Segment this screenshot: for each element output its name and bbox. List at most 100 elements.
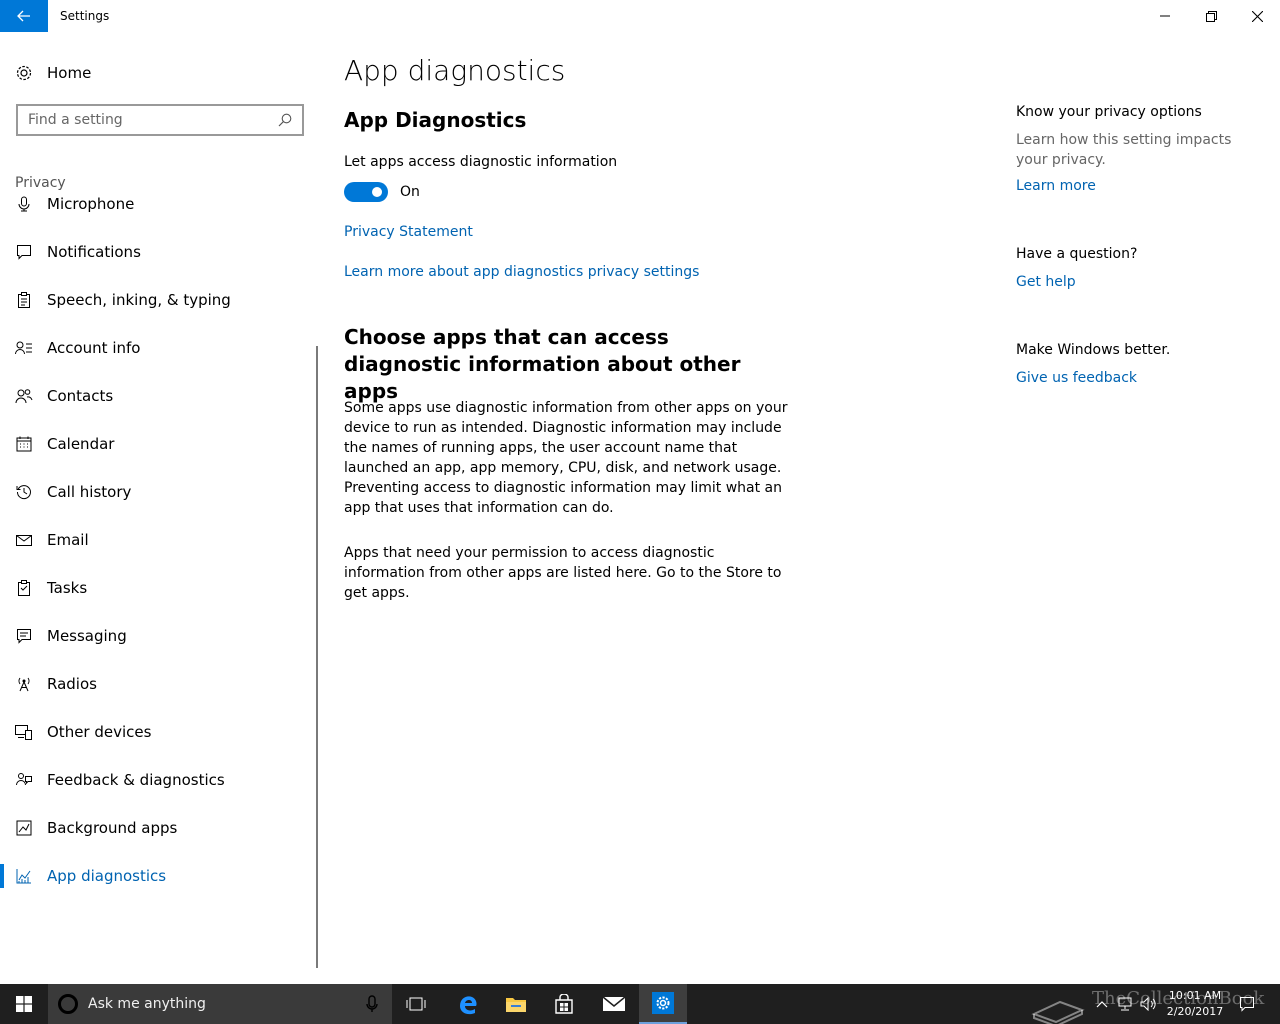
sidebar-item-label: Tasks bbox=[47, 579, 88, 597]
action-center-button[interactable] bbox=[1236, 984, 1258, 1024]
edge-icon bbox=[460, 996, 477, 1015]
messaging-icon bbox=[15, 627, 33, 645]
store-icon bbox=[555, 994, 573, 1014]
sidebar-item-feedback-diagnostics[interactable]: Feedback & diagnostics bbox=[0, 756, 312, 804]
mail-icon bbox=[602, 996, 626, 1011]
privacy-statement-link[interactable]: Privacy Statement bbox=[344, 224, 473, 240]
app-diagnostics-icon bbox=[15, 867, 33, 885]
sidebar-item-label: App diagnostics bbox=[47, 867, 167, 885]
contacts-icon bbox=[15, 387, 33, 405]
cortana-icon bbox=[58, 994, 78, 1014]
sidebar-item-label: Call history bbox=[47, 483, 132, 501]
sidebar-item-label: Email bbox=[47, 531, 89, 549]
notification-icon bbox=[15, 243, 33, 261]
back-button[interactable] bbox=[0, 0, 48, 32]
account-info-icon bbox=[15, 339, 33, 357]
sidebar-item-label: Speech, inking, & typing bbox=[47, 291, 231, 309]
cortana-search-input[interactable] bbox=[88, 994, 348, 1014]
sidebar-item-calendar[interactable]: Calendar bbox=[0, 420, 312, 468]
restore-button[interactable] bbox=[1188, 0, 1234, 32]
sidebar-item-tasks[interactable]: Tasks bbox=[0, 564, 312, 612]
sidebar-item-notifications[interactable]: Notifications bbox=[0, 228, 312, 276]
mail-button[interactable] bbox=[590, 984, 638, 1024]
back-arrow-icon bbox=[17, 10, 30, 22]
toggle-state-label: On bbox=[400, 184, 420, 200]
get-help-link[interactable]: Get help bbox=[1016, 274, 1076, 290]
task-view-button[interactable] bbox=[392, 984, 440, 1024]
diagnostics-toggle[interactable] bbox=[344, 182, 388, 202]
taskbar: TheCollectionBook 10:01 AM 2/20/2017 bbox=[0, 984, 1280, 1024]
edge-button[interactable] bbox=[444, 984, 492, 1024]
sidebar: Home Privacy Microphone Notifications Sp… bbox=[0, 32, 320, 984]
section-title: App Diagnostics bbox=[344, 108, 527, 132]
watermark-book-logo bbox=[1031, 1000, 1085, 1024]
home-nav-item[interactable]: Home bbox=[15, 62, 91, 84]
sidebar-item-email[interactable]: Email bbox=[0, 516, 312, 564]
sidebar-item-speech[interactable]: Speech, inking, & typing bbox=[0, 276, 312, 324]
minimize-button[interactable] bbox=[1142, 0, 1188, 32]
toggle-knob bbox=[372, 187, 382, 197]
title-bar: Settings bbox=[0, 0, 1280, 32]
learn-more-diagnostics-link[interactable]: Learn more about app diagnostics privacy… bbox=[344, 264, 699, 280]
sidebar-item-label: Background apps bbox=[47, 819, 178, 837]
gear-icon bbox=[16, 65, 32, 81]
sidebar-scrollbar[interactable] bbox=[316, 346, 318, 968]
microphone-icon bbox=[15, 195, 33, 213]
restore-icon bbox=[1205, 10, 1217, 22]
feedback-icon bbox=[15, 771, 33, 789]
chevron-up-icon bbox=[1096, 1001, 1108, 1008]
clock-date: 2/20/2017 bbox=[1166, 1005, 1224, 1018]
sidebar-item-messaging[interactable]: Messaging bbox=[0, 612, 312, 660]
volume-button[interactable] bbox=[1138, 984, 1160, 1024]
sidebar-item-label: Microphone bbox=[47, 195, 135, 213]
privacy-options-heading: Know your privacy options bbox=[1016, 104, 1202, 120]
sidebar-item-radios[interactable]: Radios bbox=[0, 660, 312, 708]
give-feedback-link[interactable]: Give us feedback bbox=[1016, 370, 1137, 386]
volume-icon bbox=[1140, 997, 1156, 1011]
windows-logo-icon bbox=[16, 996, 32, 1012]
taskbar-clock[interactable]: 10:01 AM 2/20/2017 bbox=[1160, 988, 1230, 1020]
learn-more-link[interactable]: Learn more bbox=[1016, 178, 1096, 194]
sidebar-item-app-diagnostics[interactable]: App diagnostics bbox=[0, 852, 312, 900]
sidebar-item-background-apps[interactable]: Background apps bbox=[0, 804, 312, 852]
close-icon bbox=[1251, 10, 1263, 22]
question-heading: Have a question? bbox=[1016, 246, 1138, 262]
permission-paragraph: Apps that need your permission to access… bbox=[344, 545, 782, 601]
minimize-icon bbox=[1160, 15, 1170, 17]
email-icon bbox=[15, 531, 33, 549]
close-button[interactable] bbox=[1234, 0, 1280, 32]
home-label: Home bbox=[47, 64, 92, 82]
toggle-label: Let apps access diagnostic information bbox=[344, 154, 618, 170]
microphone-icon[interactable] bbox=[362, 994, 382, 1014]
sidebar-item-contacts[interactable]: Contacts bbox=[0, 372, 312, 420]
sidebar-item-label: Account info bbox=[47, 339, 141, 357]
cortana-search-box[interactable] bbox=[48, 984, 392, 1024]
task-view-icon bbox=[406, 997, 426, 1011]
sidebar-item-other-devices[interactable]: Other devices bbox=[0, 708, 312, 756]
settings-search-input[interactable] bbox=[28, 112, 278, 128]
folder-icon bbox=[506, 998, 526, 1012]
sidebar-item-account-info[interactable]: Account info bbox=[0, 324, 312, 372]
settings-gear-icon bbox=[652, 992, 674, 1014]
choose-apps-heading: Choose apps that can access diagnostic i… bbox=[344, 325, 741, 403]
window-title: Settings bbox=[60, 9, 110, 23]
speech-icon bbox=[15, 291, 33, 309]
page-title: App diagnostics bbox=[344, 54, 566, 87]
sidebar-item-microphone[interactable]: Microphone bbox=[0, 180, 312, 228]
sidebar-item-label: Other devices bbox=[47, 723, 152, 741]
sidebar-item-label: Contacts bbox=[47, 387, 114, 405]
settings-search-box[interactable] bbox=[16, 104, 304, 136]
sidebar-item-label: Messaging bbox=[47, 627, 127, 645]
description-paragraph: Some apps use diagnostic information fro… bbox=[344, 400, 788, 516]
store-button[interactable] bbox=[540, 984, 588, 1024]
file-explorer-button[interactable] bbox=[492, 984, 540, 1024]
show-hidden-icons-button[interactable] bbox=[1092, 984, 1112, 1024]
sidebar-item-call-history[interactable]: Call history bbox=[0, 468, 312, 516]
clock-time: 10:01 AM bbox=[1168, 989, 1222, 1002]
search-icon[interactable] bbox=[278, 113, 292, 127]
network-button[interactable] bbox=[1114, 984, 1136, 1024]
settings-taskbar-button[interactable] bbox=[639, 984, 687, 1024]
tasks-icon bbox=[15, 579, 33, 597]
start-button[interactable] bbox=[0, 984, 48, 1024]
make-windows-better-heading: Make Windows better. bbox=[1016, 342, 1171, 358]
